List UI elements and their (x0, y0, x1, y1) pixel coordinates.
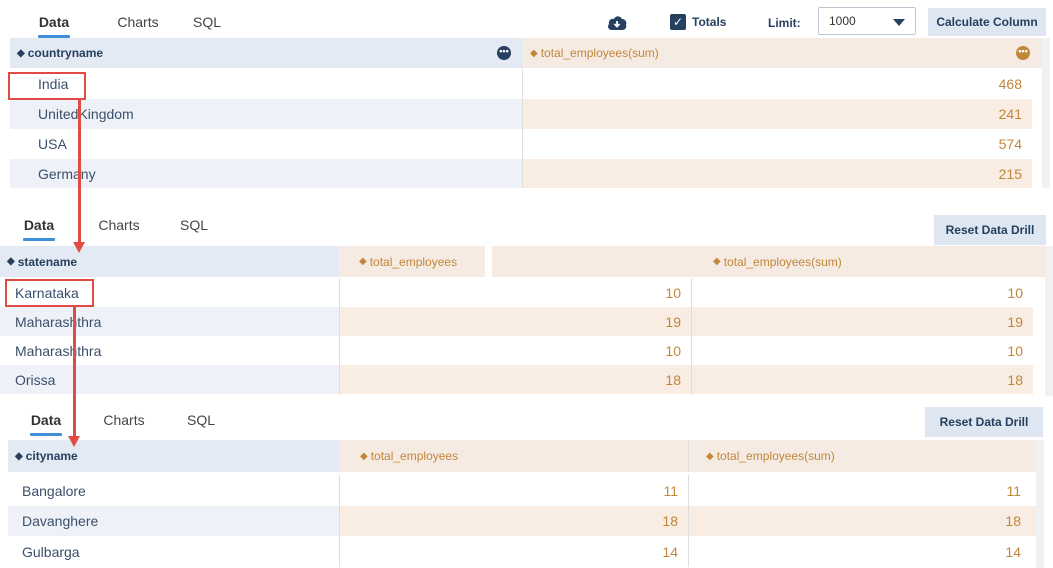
table-row[interactable]: Davanghere 18 18 (8, 506, 1036, 536)
value-cell: 18 (692, 365, 1033, 394)
table-row[interactable]: USA 574 (10, 129, 1042, 159)
column-divider (484, 246, 492, 277)
table-row[interactable]: Bangalore 11 11 (8, 475, 1036, 506)
value-cell: 574 (523, 129, 1032, 159)
country-cell[interactable]: USA (10, 129, 523, 159)
table-row[interactable]: India 468 (10, 69, 1042, 99)
column-header-total-employees[interactable]: ◆ total_employees (340, 440, 689, 472)
country-data-panel: Data Charts SQL ✓ Totals Limit: 1000 Cal… (0, 0, 1053, 206)
tab-bar: Data Charts SQL (16, 211, 210, 241)
table-row[interactable]: Germany 215 (10, 159, 1042, 188)
city-cell[interactable]: Gulbarga (8, 536, 340, 567)
value-cell: 215 (523, 159, 1032, 188)
reset-data-drill-button[interactable]: Reset Data Drill (925, 407, 1043, 437)
city-cell[interactable]: Davanghere (8, 506, 340, 536)
value-cell: 10 (692, 278, 1033, 307)
sort-icon[interactable]: ◆ (713, 256, 721, 267)
reset-data-drill-button[interactable]: Reset Data Drill (934, 215, 1046, 245)
sort-icon[interactable]: ◆ (706, 451, 714, 462)
tab-data[interactable]: Data (23, 406, 69, 436)
state-cell[interactable]: Maharashthra (0, 307, 340, 336)
table-row[interactable]: Karnataka 10 10 (0, 278, 1045, 307)
value-cell: 18 (340, 506, 689, 536)
state-cell[interactable]: Maharashthra (0, 336, 340, 365)
value-cell: 19 (692, 307, 1033, 336)
vertical-scrollbar[interactable] (1042, 38, 1050, 188)
column-header-total-employees-sum[interactable]: ◆ total_employees(sum) (689, 440, 1036, 472)
value-cell: 10 (340, 336, 692, 365)
column-header-empty (491, 246, 693, 277)
column-menu-icon[interactable]: ••• (497, 46, 511, 60)
calculate-column-button[interactable]: Calculate Column (928, 8, 1046, 36)
country-cell[interactable]: India (10, 69, 523, 99)
value-cell: 11 (689, 475, 1036, 506)
country-cell[interactable]: Germany (10, 159, 523, 188)
column-header-total-employees-sum[interactable]: ◆ total_employees(sum) ••• (523, 38, 1042, 68)
table-header: ◆ cityname ◆ total_employees ◆ total_emp… (8, 440, 1036, 472)
sort-icon[interactable]: ◆ (17, 48, 25, 59)
state-data-panel: Data Charts SQL Reset Data Drill ◆ state… (0, 206, 1053, 400)
drill-arrow-down-icon (73, 100, 85, 253)
tab-charts[interactable]: Charts (96, 211, 142, 241)
value-cell: 18 (340, 365, 692, 394)
totals-checkbox[interactable]: ✓ (670, 14, 686, 30)
country-table: ◆ countryname ••• ◆ total_employees(sum)… (10, 38, 1042, 188)
tab-sql[interactable]: SQL (191, 8, 223, 38)
tab-charts[interactable]: Charts (115, 8, 161, 38)
tab-bar: Data Charts SQL (31, 8, 223, 38)
table-header: ◆ statename ◆ total_employees ◆ total_em… (0, 246, 1045, 277)
value-cell: 10 (692, 336, 1033, 365)
city-cell[interactable]: Bangalore (8, 475, 340, 506)
chevron-down-icon (893, 19, 905, 26)
table-header: ◆ countryname ••• ◆ total_employees(sum)… (10, 38, 1042, 68)
limit-select[interactable]: 1000 (818, 7, 916, 35)
limit-value: 1000 (829, 14, 856, 28)
table-row[interactable]: Orissa 18 18 (0, 365, 1045, 394)
state-cell[interactable]: Orissa (0, 365, 340, 394)
state-table: ◆ statename ◆ total_employees ◆ total_em… (0, 246, 1045, 396)
column-header-total-employees-sum[interactable]: ◆ total_employees(sum) (693, 246, 1045, 277)
column-header-countryname[interactable]: ◆ countryname ••• (10, 38, 523, 68)
city-data-panel: Data Charts SQL Reset Data Drill ◆ cityn… (0, 400, 1053, 568)
column-header-total-employees[interactable]: ◆ total_employees (338, 246, 485, 277)
column-header-cityname[interactable]: ◆ cityname (8, 440, 340, 472)
value-cell: 14 (340, 536, 689, 567)
tab-data[interactable]: Data (16, 211, 62, 241)
column-menu-icon[interactable]: ••• (1016, 46, 1030, 60)
value-cell: 14 (689, 536, 1036, 567)
tab-charts[interactable]: Charts (101, 406, 147, 436)
value-cell: 11 (340, 475, 689, 506)
limit-label: Limit: (768, 16, 801, 30)
vertical-scrollbar[interactable] (1045, 246, 1053, 396)
tab-sql[interactable]: SQL (178, 211, 210, 241)
tab-sql[interactable]: SQL (185, 406, 217, 436)
country-cell[interactable]: UnitedKingdom (10, 99, 523, 129)
city-table: ◆ cityname ◆ total_employees ◆ total_emp… (8, 440, 1036, 568)
value-cell: 241 (523, 99, 1032, 129)
download-cloud-icon[interactable] (606, 14, 628, 32)
drill-arrow-down-icon (68, 307, 80, 447)
table-row[interactable]: UnitedKingdom 241 (10, 99, 1042, 129)
value-cell: 468 (523, 69, 1032, 99)
sort-icon[interactable]: ◆ (7, 256, 15, 267)
sort-icon[interactable]: ◆ (360, 451, 368, 462)
vertical-scrollbar[interactable] (1036, 440, 1044, 568)
table-row[interactable]: Maharashthra 19 19 (0, 307, 1045, 336)
table-row[interactable]: Maharashthra 10 10 (0, 336, 1045, 365)
state-cell[interactable]: Karnataka (0, 278, 340, 307)
tab-bar: Data Charts SQL (23, 406, 217, 436)
tab-data[interactable]: Data (31, 8, 77, 38)
sort-icon[interactable]: ◆ (15, 451, 23, 462)
sort-icon[interactable]: ◆ (530, 48, 538, 59)
totals-label: Totals (692, 15, 727, 29)
value-cell: 10 (340, 278, 692, 307)
value-cell: 18 (689, 506, 1036, 536)
table-row[interactable]: Gulbarga 14 14 (8, 536, 1036, 567)
sort-icon[interactable]: ◆ (359, 256, 367, 267)
column-header-statename[interactable]: ◆ statename (0, 246, 339, 277)
value-cell: 19 (340, 307, 692, 336)
